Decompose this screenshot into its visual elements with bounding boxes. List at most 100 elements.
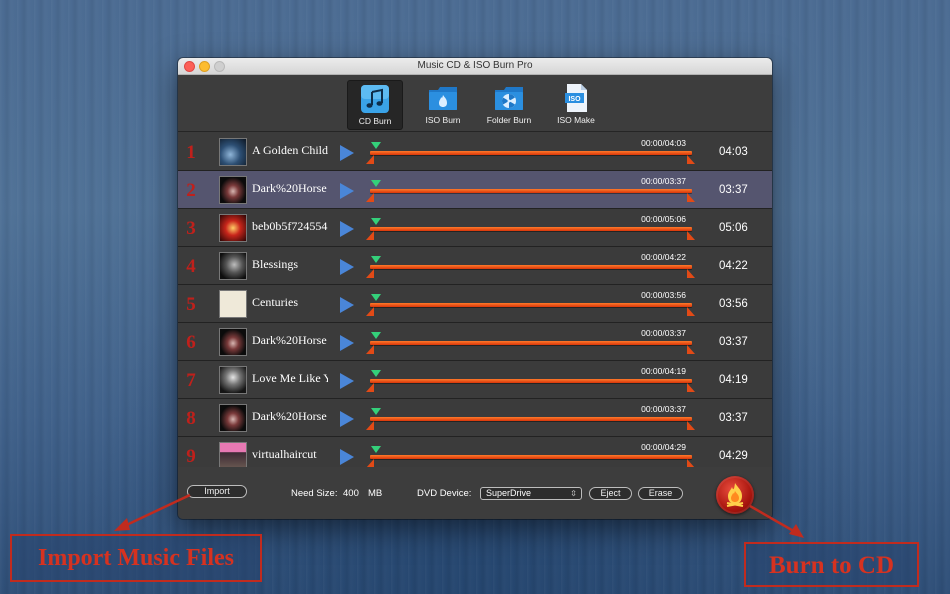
trim-end-marker-icon[interactable] (687, 383, 695, 392)
track-row[interactable]: 4 Blessings 00:00/04:22 04:22 (178, 247, 772, 285)
playhead-marker-icon[interactable] (371, 446, 381, 453)
track-time-position: 00:00/04:19 (641, 366, 686, 376)
track-list: 1 A Golden Child 00:00/04:03 04:03 2 Dark%20H… (178, 133, 772, 475)
play-icon[interactable] (340, 373, 354, 389)
tab-folder-burn[interactable]: Folder Burn (481, 80, 537, 130)
tab-label: ISO Make (557, 115, 595, 125)
play-icon[interactable] (340, 259, 354, 275)
trim-end-marker-icon[interactable] (687, 421, 695, 430)
track-number: 9 (186, 446, 196, 467)
trim-start-marker-icon[interactable] (366, 269, 374, 278)
eject-button[interactable]: Eject (589, 487, 632, 500)
track-number: 3 (186, 218, 196, 239)
playhead-marker-icon[interactable] (371, 370, 381, 377)
import-callout: Import Music Files (10, 534, 262, 582)
album-art-thumbnail (219, 176, 247, 204)
track-row[interactable]: 1 A Golden Child 00:00/04:03 04:03 (178, 133, 772, 171)
trim-start-marker-icon[interactable] (366, 193, 374, 202)
svg-text:ISO: ISO (568, 96, 581, 103)
track-row[interactable]: 2 Dark%20Horse 00:00/03:37 03:37 (178, 171, 772, 209)
trim-end-marker-icon[interactable] (687, 307, 695, 316)
app-window: Music CD & ISO Burn Pro CD Burn ISO Burn (178, 58, 772, 519)
need-size-unit: MB (368, 488, 383, 499)
play-icon[interactable] (340, 183, 354, 199)
dvd-device-label: DVD Device: (417, 488, 472, 499)
playhead-marker-icon[interactable] (371, 294, 381, 301)
erase-button[interactable]: Erase (638, 487, 683, 500)
trim-end-marker-icon[interactable] (687, 345, 695, 354)
burn-arrowhead (789, 524, 804, 538)
track-progress-bar[interactable] (370, 379, 692, 383)
track-progress-bar[interactable] (370, 417, 692, 421)
track-row[interactable]: 5 Centuries 00:00/03:56 03:56 (178, 285, 772, 323)
track-title: Blessings (252, 257, 299, 271)
track-duration: 04:03 (719, 146, 748, 158)
dvd-device-select[interactable]: SuperDrive ⇳ (480, 487, 582, 500)
album-art-thumbnail (219, 138, 247, 166)
trim-end-marker-icon[interactable] (687, 193, 695, 202)
track-duration: 03:37 (719, 412, 748, 424)
track-progress-bar[interactable] (370, 341, 692, 345)
track-progress-bar[interactable] (370, 303, 692, 307)
track-title: Dark%20Horse (252, 409, 327, 423)
iso-file-icon: ISO (565, 84, 587, 112)
track-duration: 04:19 (719, 374, 748, 386)
trim-end-marker-icon[interactable] (687, 269, 695, 278)
trim-start-marker-icon[interactable] (366, 307, 374, 316)
track-time-position: 00:00/03:37 (641, 176, 686, 186)
play-icon[interactable] (340, 411, 354, 427)
track-number: 1 (186, 142, 196, 163)
album-art-thumbnail (219, 328, 247, 356)
track-duration: 05:06 (719, 222, 748, 234)
play-icon[interactable] (340, 221, 354, 237)
play-icon[interactable] (340, 335, 354, 351)
play-icon[interactable] (340, 145, 354, 161)
track-row[interactable]: 3 beb0b5f724554 00:00/05:06 05:06 (178, 209, 772, 247)
playhead-marker-icon[interactable] (371, 218, 381, 225)
track-progress-bar[interactable] (370, 189, 692, 193)
trim-start-marker-icon[interactable] (366, 231, 374, 240)
tab-cd-burn[interactable]: CD Burn (347, 80, 403, 130)
trim-start-marker-icon[interactable] (366, 155, 374, 164)
tab-iso-make[interactable]: ISO ISO Make (548, 80, 604, 130)
tab-iso-burn[interactable]: ISO Burn (415, 80, 471, 130)
trim-start-marker-icon[interactable] (366, 383, 374, 392)
track-progress-bar[interactable] (370, 265, 692, 269)
need-size-value: 400 (343, 488, 359, 499)
track-row[interactable]: 7 Love Me Like Y 00:00/04:19 04:19 (178, 361, 772, 399)
playhead-marker-icon[interactable] (371, 408, 381, 415)
track-duration: 03:37 (719, 184, 748, 196)
track-row[interactable]: 6 Dark%20Horse 00:00/03:37 03:37 (178, 323, 772, 361)
track-progress-bar[interactable] (370, 151, 692, 155)
track-row[interactable]: 8 Dark%20Horse 00:00/03:37 03:37 (178, 399, 772, 437)
track-number: 8 (186, 408, 196, 429)
tab-label: Folder Burn (486, 115, 532, 125)
title-bar[interactable]: Music CD & ISO Burn Pro (178, 58, 772, 75)
trim-start-marker-icon[interactable] (366, 421, 374, 430)
track-title: beb0b5f724554 (252, 219, 328, 233)
track-time-position: 00:00/04:29 (641, 442, 686, 452)
track-number: 7 (186, 370, 196, 391)
import-arrowhead (114, 518, 130, 531)
trim-start-marker-icon[interactable] (366, 345, 374, 354)
need-size-label: Need Size: (291, 488, 338, 499)
track-title: Dark%20Horse (252, 181, 327, 195)
trim-end-marker-icon[interactable] (687, 231, 695, 240)
play-icon[interactable] (340, 449, 354, 465)
track-progress-bar[interactable] (370, 455, 692, 459)
track-title: virtualhaircut (252, 447, 317, 461)
track-time-position: 00:00/03:37 (641, 404, 686, 414)
burn-callout: Burn to CD (744, 542, 919, 587)
playhead-marker-icon[interactable] (371, 332, 381, 339)
playhead-marker-icon[interactable] (371, 256, 381, 263)
import-button[interactable]: Import (187, 485, 247, 498)
track-duration: 03:37 (719, 336, 748, 348)
play-icon[interactable] (340, 297, 354, 313)
track-progress-bar[interactable] (370, 227, 692, 231)
select-arrows-icon: ⇳ (570, 489, 577, 498)
playhead-marker-icon[interactable] (371, 180, 381, 187)
track-title: A Golden Child (252, 143, 328, 157)
playhead-marker-icon[interactable] (371, 142, 381, 149)
trim-end-marker-icon[interactable] (687, 155, 695, 164)
burn-button[interactable] (716, 476, 754, 514)
